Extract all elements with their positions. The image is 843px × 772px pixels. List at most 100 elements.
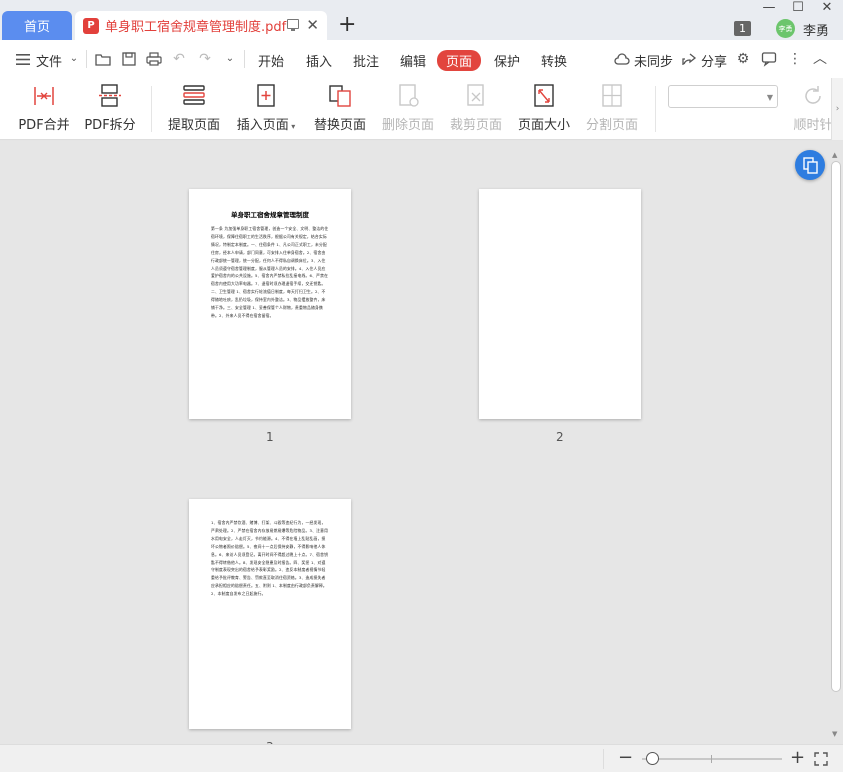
print-icon[interactable] <box>146 51 162 67</box>
menu-convert[interactable]: 转换 <box>541 51 567 70</box>
insert-page-button[interactable]: 插入页面 ▾ <box>236 78 296 140</box>
pdf-merge-label: PDF合并 <box>18 118 70 133</box>
tab-home[interactable]: 首页 <box>2 11 72 40</box>
page-size-icon <box>534 84 554 107</box>
share-icon[interactable] <box>681 51 697 67</box>
menu-annotate[interactable]: 批注 <box>353 51 379 70</box>
delete-page-label: 删除页面 <box>382 118 435 133</box>
split-page-button[interactable]: 分割页面 <box>586 78 638 140</box>
new-tab-button[interactable]: + <box>338 12 356 37</box>
floating-tool-button[interactable] <box>795 150 825 180</box>
menu-edit[interactable]: 编辑 <box>400 51 426 70</box>
zoom-out-button[interactable]: − <box>618 747 633 768</box>
delete-page-icon <box>399 84 419 107</box>
zoom-slider[interactable] <box>642 758 782 760</box>
page-1-title: 单身职工宿舍规章管理制度 <box>231 211 309 219</box>
page-thumbnail-3[interactable]: 1、宿舍内严禁饮酒、赌博、打架、斗殴等违纪行为，一经发现，严肃处理。2、严禁在宿… <box>189 499 351 729</box>
scroll-up-icon[interactable]: ▲ <box>832 151 837 159</box>
page-thumbnail-area: 单身职工宿舍规章管理制度 第一条 为加强单身职工宿舍管理，创造一个安全、文明、整… <box>0 141 843 744</box>
divider <box>244 50 245 68</box>
convert-icon <box>803 157 818 174</box>
menu-page[interactable]: 页面 <box>437 50 482 71</box>
dropdown-arrow-icon: ▼ <box>766 93 773 102</box>
replace-page-label: 替换页面 <box>314 118 367 133</box>
menu-bar: 文件 ⌄ ↶ ↷ ⌄ 开始 插入 批注 编辑 页面 保护 转换 未同步 分享 ⚙… <box>0 40 843 78</box>
open-folder-icon[interactable] <box>95 51 111 67</box>
page-range-select[interactable]: ▼ <box>668 85 778 108</box>
tab-document-title: 单身职工宿舍规章管理制度.pdf <box>105 20 287 35</box>
close-window-icon[interactable]: ✕ <box>817 0 837 16</box>
sync-status[interactable]: 未同步 <box>634 51 673 70</box>
zoom-in-button[interactable]: + <box>790 747 805 768</box>
avatar[interactable]: 李勇 <box>776 19 795 38</box>
comment-icon[interactable] <box>761 51 777 67</box>
chevron-down-icon[interactable]: ⌄ <box>66 51 82 67</box>
close-tab-icon[interactable]: ✕ <box>306 16 319 34</box>
zoom-tick <box>711 755 712 763</box>
username[interactable]: 李勇 <box>803 20 829 39</box>
rotate-clockwise-button[interactable]: 顺时针 <box>791 78 835 140</box>
page-number-1: 1 <box>266 430 274 444</box>
crop-page-button[interactable]: 裁剪页面 <box>450 78 502 140</box>
window-count-badge[interactable]: 1 <box>734 21 751 36</box>
scroll-down-icon[interactable]: ▼ <box>832 730 837 738</box>
extract-page-button[interactable]: 提取页面 <box>168 78 220 140</box>
menu-start[interactable]: 开始 <box>258 51 284 70</box>
status-bar: − + <box>0 744 843 772</box>
pdf-file-icon: P <box>83 17 99 34</box>
monitor-icon[interactable] <box>287 19 299 31</box>
vertical-scrollbar[interactable]: ▲ ▼ <box>829 151 843 744</box>
delete-page-button[interactable]: 删除页面 <box>382 78 434 140</box>
maximize-icon[interactable]: ☐ <box>788 0 808 16</box>
page-size-label: 页面大小 <box>518 118 571 133</box>
save-icon[interactable] <box>121 51 137 67</box>
insert-page-icon <box>257 84 275 107</box>
minimize-icon[interactable]: — <box>759 0 779 16</box>
more-vertical-icon[interactable]: ⋮ <box>787 51 803 67</box>
crop-page-icon <box>467 84 484 106</box>
page-2-text <box>479 209 641 215</box>
pdf-split-button[interactable]: PDF拆分 <box>84 78 136 140</box>
rotate-clockwise-icon <box>805 86 821 104</box>
page-thumbnail-2[interactable] <box>479 189 641 419</box>
undo-icon[interactable]: ↶ <box>171 51 187 67</box>
hamburger-icon[interactable] <box>16 54 30 65</box>
divider <box>655 86 656 132</box>
share-button[interactable]: 分享 <box>701 51 727 70</box>
scrollbar-thumb[interactable] <box>831 161 841 692</box>
divider <box>151 86 152 132</box>
split-icon <box>99 84 121 107</box>
fullscreen-icon[interactable] <box>814 752 828 766</box>
rotate-clockwise-label: 顺时针 <box>793 118 833 133</box>
merge-icon <box>34 87 54 105</box>
zoom-slider-handle[interactable] <box>646 752 659 765</box>
collapse-ribbon-icon[interactable]: ︿ <box>812 51 828 67</box>
split-page-label: 分割页面 <box>586 118 639 133</box>
menu-insert[interactable]: 插入 <box>306 51 332 70</box>
more-chevron-icon[interactable]: ⌄ <box>222 51 238 67</box>
ribbon-toolbar: PDF合并 PDF拆分 提取页面 插入页面 ▾ 替换页面 删除页面 裁剪页面 页… <box>0 78 843 140</box>
insert-page-label: 插入页面 ▾ <box>236 118 296 133</box>
divider <box>603 749 604 769</box>
extract-page-label: 提取页面 <box>168 118 221 133</box>
pdf-merge-button[interactable]: PDF合并 <box>18 78 70 140</box>
page-number-2: 2 <box>556 430 564 444</box>
menu-file[interactable]: 文件 <box>36 51 62 70</box>
pdf-split-label: PDF拆分 <box>84 118 136 133</box>
replace-page-button[interactable]: 替换页面 <box>314 78 366 140</box>
extract-page-icon <box>183 85 205 105</box>
page-thumbnail-1[interactable]: 单身职工宿舍规章管理制度 第一条 为加强单身职工宿舍管理，创造一个安全、文明、整… <box>189 189 351 419</box>
cloud-sync-icon[interactable] <box>614 51 630 67</box>
crop-page-label: 裁剪页面 <box>450 118 503 133</box>
replace-page-icon <box>329 85 351 107</box>
gear-icon[interactable]: ⚙ <box>735 51 751 67</box>
title-bar: 首页 P 单身职工宿舍规章管理制度.pdf ✕ + 1 李勇 李勇 — ☐ ✕ <box>0 0 843 40</box>
menu-protect[interactable]: 保护 <box>494 51 520 70</box>
redo-icon[interactable]: ↷ <box>197 51 213 67</box>
split-page-icon <box>602 84 622 107</box>
tab-document[interactable]: P 单身职工宿舍规章管理制度.pdf ✕ <box>75 11 327 40</box>
ribbon-scroll-right[interactable]: › <box>831 78 843 140</box>
page-3-text: 1、宿舍内严禁饮酒、赌博、打架、斗殴等违纪行为，一经发现，严肃处理。2、严禁在宿… <box>211 520 329 597</box>
page-size-button[interactable]: 页面大小 <box>518 78 570 140</box>
page-1-text: 第一条 为加强单身职工宿舍管理，创造一个安全、文明、整洁的住宿环境，保障住宿职工… <box>211 226 329 318</box>
